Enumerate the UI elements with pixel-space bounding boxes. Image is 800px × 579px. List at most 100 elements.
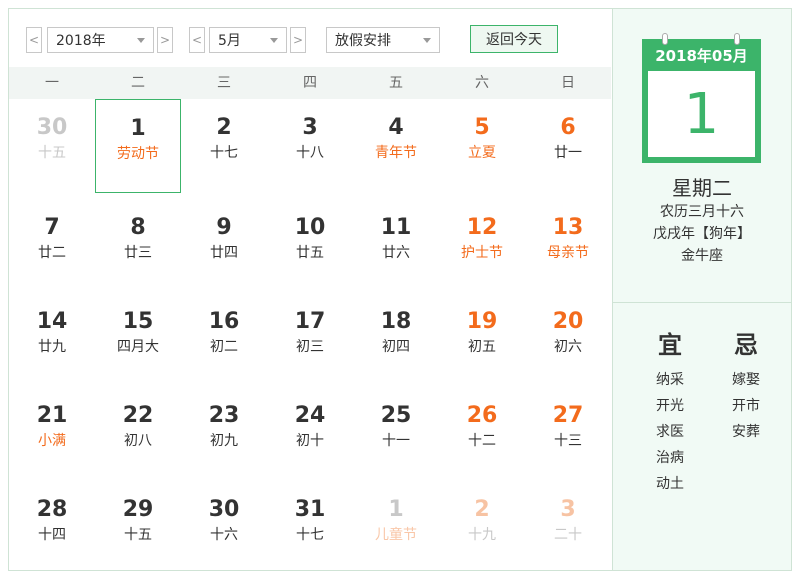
lunar-day: 初六 bbox=[554, 339, 582, 355]
lunar-day: 初八 bbox=[124, 433, 152, 449]
ganzhi-year: 戊戌年【狗年】 bbox=[653, 226, 751, 242]
day-number: 23 bbox=[208, 403, 240, 428]
day-cell[interactable]: 5 立夏 bbox=[439, 99, 525, 193]
binder-ring-icon bbox=[734, 33, 740, 45]
festival-label: 立夏 bbox=[468, 145, 496, 161]
back-to-today-button[interactable]: 返回今天 bbox=[470, 25, 558, 53]
day-cell[interactable]: 8 廿三 bbox=[95, 199, 181, 293]
day-cell[interactable]: 10 廿五 bbox=[267, 199, 353, 293]
lunar-day: 廿三 bbox=[124, 245, 152, 261]
day-cell[interactable]: 9 廿四 bbox=[181, 199, 267, 293]
day-cell[interactable]: 14 廿九 bbox=[9, 293, 95, 387]
day-cell[interactable]: 27 十三 bbox=[525, 387, 611, 481]
day-number: 13 bbox=[552, 215, 584, 240]
holiday-select[interactable]: 放假安排 bbox=[326, 27, 440, 53]
day-cell[interactable]: 25 十一 bbox=[353, 387, 439, 481]
day-number: 11 bbox=[380, 215, 412, 240]
day-cell[interactable]: 3 十八 bbox=[267, 99, 353, 193]
ji-heading: 忌 bbox=[734, 331, 758, 359]
day-number: 18 bbox=[380, 309, 412, 334]
lunar-day: 十一 bbox=[382, 433, 410, 449]
caret-down-icon bbox=[423, 38, 431, 43]
day-cell[interactable]: 24 初十 bbox=[267, 387, 353, 481]
day-cell[interactable]: 4 青年节 bbox=[353, 99, 439, 193]
day-cell[interactable]: 21 小满 bbox=[9, 387, 95, 481]
day-cell[interactable]: 12 护士节 bbox=[439, 199, 525, 293]
holiday-select-value: 放假安排 bbox=[335, 33, 391, 49]
calendar-grid: 30 十五 1 劳动节 2 十七 3 十八 4 青年节 5 立夏 6 廿一 7 廿二 8 廿三 9 廿四 10 廿五 11 廿… bbox=[9, 99, 611, 569]
next-month-button[interactable]: > bbox=[290, 27, 306, 53]
lunar-day: 十五 bbox=[124, 527, 152, 543]
lunar-day: 十六 bbox=[210, 527, 238, 543]
day-number: 31 bbox=[294, 497, 326, 522]
day-cell[interactable]: 2 十九 bbox=[439, 481, 525, 575]
lunar-day: 十二 bbox=[468, 433, 496, 449]
day-cell[interactable]: 22 初八 bbox=[95, 387, 181, 481]
day-cell[interactable]: 29 十五 bbox=[95, 481, 181, 575]
lunar-day: 十九 bbox=[468, 527, 496, 543]
day-number: 9 bbox=[216, 215, 232, 240]
day-cell[interactable]: 18 初四 bbox=[353, 293, 439, 387]
festival-label: 护士节 bbox=[461, 245, 503, 261]
day-cell[interactable]: 30 十五 bbox=[9, 99, 95, 193]
day-cell[interactable]: 13 母亲节 bbox=[525, 199, 611, 293]
weekday-label: 二 bbox=[131, 75, 145, 91]
day-number: 8 bbox=[130, 215, 146, 240]
month-select-value: 5月 bbox=[218, 33, 241, 49]
chevron-right-icon: > bbox=[292, 33, 304, 47]
day-cell[interactable]: 16 初二 bbox=[181, 293, 267, 387]
day-cell[interactable]: 6 廿一 bbox=[525, 99, 611, 193]
day-cell[interactable]: 30 十六 bbox=[181, 481, 267, 575]
month-select[interactable]: 5月 bbox=[209, 27, 287, 53]
prev-month-button[interactable]: < bbox=[189, 27, 205, 53]
selected-weekday: 星期二 bbox=[672, 176, 732, 200]
weekday-label: 五 bbox=[389, 75, 403, 91]
day-cell[interactable]: 31 十七 bbox=[267, 481, 353, 575]
chevron-left-icon: < bbox=[28, 33, 40, 47]
day-cell[interactable]: 28 十四 bbox=[9, 481, 95, 575]
lunar-day: 十四 bbox=[38, 527, 66, 543]
day-cell[interactable]: 15 四月大 bbox=[95, 293, 181, 387]
lunar-day: 初四 bbox=[382, 339, 410, 355]
calendar-panel: < 2018年 > < 5月 > 放假安排 返回今天 一 二 三 四 五 六 日… bbox=[9, 9, 611, 570]
day-cell[interactable]: 7 廿二 bbox=[9, 199, 95, 293]
day-cell[interactable]: 3 二十 bbox=[525, 481, 611, 575]
next-year-button[interactable]: > bbox=[157, 27, 173, 53]
day-cell[interactable]: 17 初三 bbox=[267, 293, 353, 387]
lunar-day: 初九 bbox=[210, 433, 238, 449]
lunar-day: 初十 bbox=[296, 433, 324, 449]
binder-ring-icon bbox=[662, 33, 668, 45]
day-cell[interactable]: 2 十七 bbox=[181, 99, 267, 193]
day-cell[interactable]: 1 劳动节 bbox=[95, 99, 181, 193]
ji-item: 嫁娶 bbox=[732, 372, 760, 388]
day-cell[interactable]: 20 初六 bbox=[525, 293, 611, 387]
lunar-day: 廿九 bbox=[38, 339, 66, 355]
day-cell[interactable]: 11 廿六 bbox=[353, 199, 439, 293]
date-card: 2018年05月 1 bbox=[642, 33, 761, 163]
lunar-day: 初三 bbox=[296, 339, 324, 355]
day-cell[interactable]: 1 儿童节 bbox=[353, 481, 439, 575]
day-number: 17 bbox=[294, 309, 326, 334]
prev-year-button[interactable]: < bbox=[26, 27, 42, 53]
day-number: 30 bbox=[208, 497, 240, 522]
calendar-toolbar: < 2018年 > < 5月 > 放假安排 返回今天 bbox=[9, 9, 611, 65]
day-number: 15 bbox=[122, 309, 154, 334]
day-cell[interactable]: 26 十二 bbox=[439, 387, 525, 481]
day-number: 26 bbox=[466, 403, 498, 428]
zodiac-sign: 金牛座 bbox=[681, 248, 723, 264]
day-cell[interactable]: 23 初九 bbox=[181, 387, 267, 481]
festival-label: 青年节 bbox=[375, 145, 417, 161]
date-card-day: 1 bbox=[648, 71, 755, 157]
weekday-header: 一 二 三 四 五 六 日 bbox=[9, 67, 611, 99]
year-select[interactable]: 2018年 bbox=[47, 27, 154, 53]
day-number: 4 bbox=[388, 115, 404, 140]
lunar-day: 二十 bbox=[554, 527, 582, 543]
day-number: 7 bbox=[44, 215, 60, 240]
day-number: 6 bbox=[560, 115, 576, 140]
festival-label: 劳动节 bbox=[117, 146, 159, 162]
festival-label: 儿童节 bbox=[375, 527, 417, 543]
weekday-label: 六 bbox=[475, 75, 489, 91]
day-cell[interactable]: 19 初五 bbox=[439, 293, 525, 387]
yi-item: 纳采 bbox=[656, 372, 684, 388]
day-number: 3 bbox=[302, 115, 318, 140]
